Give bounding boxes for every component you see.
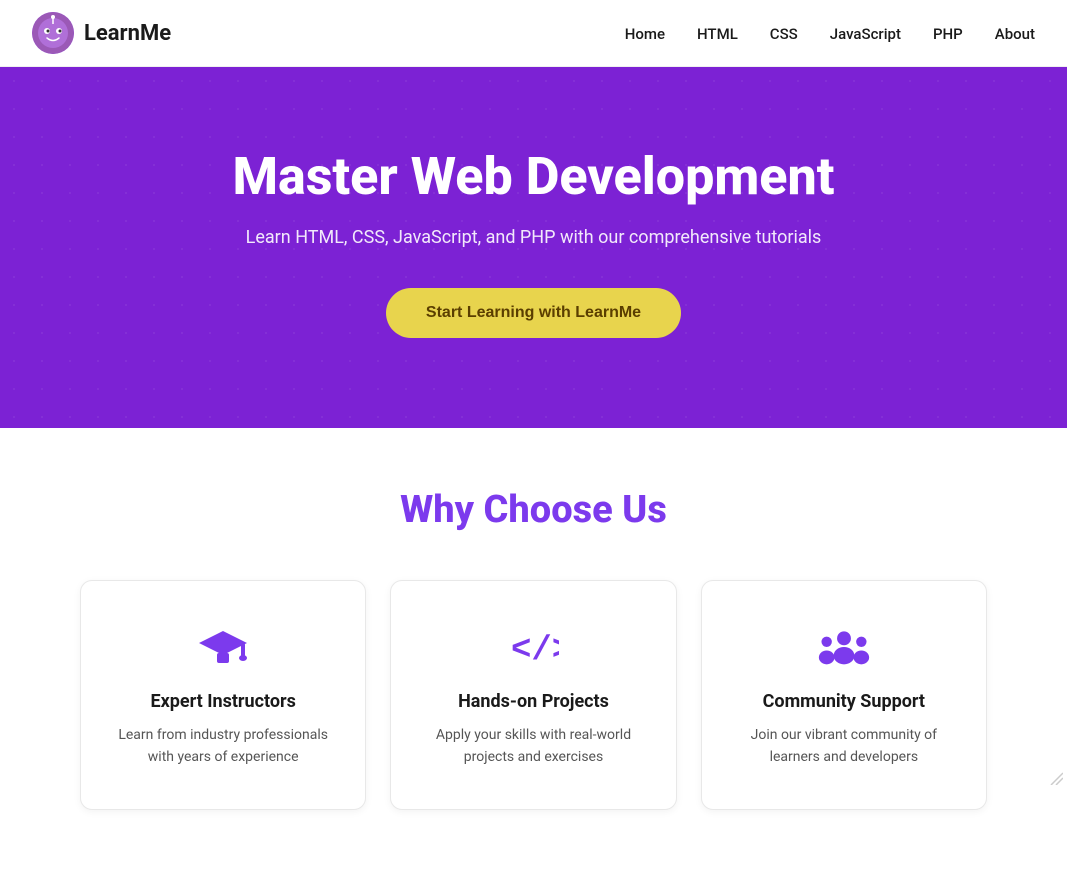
graduation-cap-icon <box>111 621 335 673</box>
nav-item-javascript[interactable]: JavaScript <box>830 24 901 43</box>
feature-card-title-community: Community Support <box>732 691 956 712</box>
nav-link-javascript[interactable]: JavaScript <box>830 25 901 43</box>
code-icon: </> <box>421 621 645 673</box>
feature-card-title-projects: Hands-on Projects <box>421 691 645 712</box>
logo[interactable]: LearnMe <box>32 12 171 54</box>
nav-link-home[interactable]: Home <box>625 25 665 43</box>
nav-item-about[interactable]: About <box>995 24 1035 43</box>
navbar: LearnMe Home HTML CSS JavaScript PHP Abo… <box>0 0 1067 67</box>
nav-item-home[interactable]: Home <box>625 24 665 43</box>
nav-item-html[interactable]: HTML <box>697 24 738 43</box>
feature-card-hands-on-projects: </> Hands-on Projects Apply your skills … <box>390 580 676 810</box>
feature-card-desc-instructors: Learn from industry professionals with y… <box>111 724 335 769</box>
nav-link-css[interactable]: CSS <box>770 25 798 43</box>
feature-card-desc-community: Join our vibrant community of learners a… <box>732 724 956 769</box>
nav-link-about[interactable]: About <box>995 25 1035 43</box>
svg-text:</>: </> <box>511 632 559 670</box>
nav-link-html[interactable]: HTML <box>697 25 738 43</box>
feature-card-desc-projects: Apply your skills with real-world projec… <box>421 724 645 769</box>
features-title: Why Choose Us <box>80 488 987 532</box>
feature-card-expert-instructors: Expert Instructors Learn from industry p… <box>80 580 366 810</box>
resize-handle <box>1049 770 1063 784</box>
nav-item-php[interactable]: PHP <box>933 24 963 43</box>
nav-links: Home HTML CSS JavaScript PHP About <box>625 24 1035 43</box>
feature-card-title-instructors: Expert Instructors <box>111 691 335 712</box>
hero-title: Master Web Development <box>40 147 1027 207</box>
brand-name: LearnMe <box>84 21 171 46</box>
logo-icon <box>32 12 74 54</box>
feature-card-community-support: Community Support Join our vibrant commu… <box>701 580 987 810</box>
nav-link-php[interactable]: PHP <box>933 25 963 43</box>
features-grid: Expert Instructors Learn from industry p… <box>80 580 987 810</box>
nav-item-css[interactable]: CSS <box>770 24 798 43</box>
hero-section: Master Web Development Learn HTML, CSS, … <box>0 67 1067 428</box>
community-icon <box>732 621 956 673</box>
hero-subtitle: Learn HTML, CSS, JavaScript, and PHP wit… <box>40 227 1027 248</box>
cta-button[interactable]: Start Learning with LearnMe <box>386 288 681 338</box>
features-section: Why Choose Us Expert Instructors Learn f… <box>0 428 1067 870</box>
